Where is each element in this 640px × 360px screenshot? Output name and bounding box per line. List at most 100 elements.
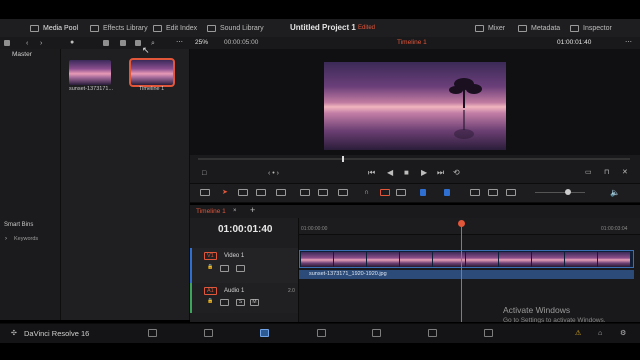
list-view-icon[interactable] (135, 40, 141, 46)
fairlight-page-icon[interactable] (428, 329, 437, 337)
panel-toggle-icon[interactable] (4, 40, 10, 46)
more-options-icon[interactable]: ⋯ (176, 39, 183, 46)
audio-auto-select-icon[interactable] (220, 299, 229, 306)
audio-track-name[interactable]: Audio 1 (224, 288, 244, 294)
scrubber-handle[interactable] (342, 156, 344, 162)
mark-out-icon[interactable]: ✕ (622, 169, 628, 176)
master-bin[interactable]: Master (12, 51, 32, 58)
edit-page-icon[interactable] (260, 329, 269, 337)
stop-icon[interactable]: ■ (404, 169, 409, 177)
zoom-full-icon[interactable] (470, 189, 480, 196)
mute-button[interactable]: M (250, 299, 259, 306)
snapping-icon[interactable]: ∩ (364, 189, 369, 196)
cut-page-icon[interactable] (204, 329, 213, 337)
play-icon[interactable]: ▶ (421, 169, 427, 177)
metadata-button[interactable]: Metadata (518, 19, 560, 37)
trim-tool-icon[interactable] (238, 189, 248, 196)
track-visibility-icon[interactable] (236, 265, 245, 272)
forward-arrow-icon[interactable]: › (40, 40, 42, 47)
timeline-name[interactable]: Timeline 1 (397, 37, 427, 49)
activate-windows-title: Activate Windows (503, 305, 571, 315)
zoom-slider[interactable] (535, 192, 585, 193)
zoom-detail-icon[interactable] (488, 189, 498, 196)
timeline-tracks[interactable]: 01:00:00:00 01:00:03:04 sunset-1373171_1… (299, 218, 640, 322)
media-pool-button[interactable]: Media Pool (30, 19, 78, 37)
clip-frame (367, 252, 399, 267)
flag-icon[interactable] (420, 189, 426, 196)
audio-icon[interactable]: 🔈 (610, 189, 620, 197)
selection-tool-icon[interactable]: ➤ (222, 189, 228, 196)
replace-clip-icon[interactable] (338, 189, 348, 196)
solo-button[interactable]: S (236, 299, 245, 306)
zoom-custom-icon[interactable] (506, 189, 516, 196)
add-tab-icon[interactable]: + (250, 206, 255, 215)
scrubber-bar[interactable] (198, 158, 630, 160)
insert-clip-icon[interactable] (300, 189, 310, 196)
media-page-icon[interactable] (148, 329, 157, 337)
clip-thumbnail[interactable] (69, 60, 111, 85)
play-reverse-icon[interactable]: ◀ (387, 169, 393, 177)
chevron-right-icon[interactable]: › (5, 236, 7, 243)
color-page-icon[interactable] (372, 329, 381, 337)
viewer-options-icon[interactable]: ⋯ (625, 39, 632, 46)
match-frame-icon[interactable]: ▭ (585, 169, 592, 176)
jog-icon[interactable]: ‹ • › (268, 170, 279, 177)
bin-dot-icon[interactable]: ● (70, 39, 74, 46)
loop-icon[interactable]: ⟲ (453, 169, 460, 177)
overwrite-clip-icon[interactable] (318, 189, 328, 196)
timeline-ruler[interactable]: 01:00:00:00 01:00:03:04 (299, 218, 640, 235)
inspector-button[interactable]: Inspector (570, 19, 612, 37)
a1-badge[interactable]: A1 (204, 287, 217, 295)
effects-library-label: Effects Library (103, 24, 148, 32)
app-name: DaVinci Resolve 16 (24, 329, 90, 338)
playhead-handle[interactable] (458, 220, 465, 227)
fusion-page-icon[interactable] (317, 329, 326, 337)
back-arrow-icon[interactable]: ‹ (26, 40, 28, 47)
tree-silhouette-icon (449, 78, 482, 139)
search-icon[interactable]: ⌕ (151, 40, 155, 47)
mark-in-icon[interactable]: ⊓ (604, 169, 609, 176)
v1-badge[interactable]: V1 (204, 252, 217, 260)
blade-tool-icon[interactable] (276, 189, 286, 196)
mixer-button[interactable]: Mixer (475, 19, 505, 37)
video-preview (324, 62, 506, 150)
grid-view-icon[interactable] (120, 40, 126, 46)
marker-icon[interactable] (444, 189, 450, 196)
warning-icon[interactable]: ⚠ (575, 330, 581, 337)
audio-lock-icon[interactable]: 🔒 (206, 299, 215, 306)
ruler-end-timecode: 01:00:03:04 (601, 226, 628, 232)
effects-library-button[interactable]: Effects Library (90, 19, 148, 37)
video-track-name[interactable]: Video 1 (224, 253, 244, 259)
zoom-level[interactable]: 25% (195, 37, 208, 49)
deliver-page-icon[interactable] (484, 329, 493, 337)
timeline-options-icon[interactable] (200, 189, 210, 196)
video-clip[interactable] (299, 250, 634, 268)
keywords-bin[interactable]: Keywords (14, 236, 38, 242)
home-icon[interactable]: ⌂ (598, 330, 602, 337)
tab-timeline-1[interactable]: Timeline 1 (196, 205, 226, 218)
metadata-label: Metadata (531, 24, 561, 32)
viewer-mode-icon[interactable]: □ (202, 170, 206, 177)
lock-icon[interactable]: 🔒 (206, 265, 215, 272)
audio-track-level: 2.0 (288, 288, 295, 294)
video-track-header[interactable]: V1 Video 1 🔒 (190, 248, 298, 283)
jump-to-end-icon[interactable]: ⏭ (437, 169, 444, 177)
audio-track-header[interactable]: A1 Audio 1 2.0 🔒 S M (190, 283, 298, 313)
sound-library-button[interactable]: Sound Library (207, 19, 264, 37)
playhead[interactable] (461, 222, 462, 322)
edit-index-button[interactable]: Edit Index (153, 19, 197, 37)
clip-frame (466, 252, 498, 267)
auto-select-icon[interactable] (220, 265, 229, 272)
davinci-logo-icon: ✣ (11, 330, 17, 337)
zoom-slider-handle[interactable] (565, 189, 571, 195)
close-tab-icon[interactable]: × (233, 208, 237, 215)
settings-icon[interactable]: ⚙ (620, 330, 626, 337)
linked-selection-icon[interactable] (380, 189, 390, 196)
top-toolbar: Media Pool Effects Library Edit Index So… (0, 19, 640, 38)
sort-icon[interactable] (103, 40, 109, 46)
video-clip-label[interactable]: sunset-1373171_1920-1920.jpg (299, 270, 634, 279)
jump-to-start-icon[interactable]: ⏮ (368, 169, 375, 177)
timeline-thumbnail[interactable] (129, 58, 175, 87)
dynamic-trim-icon[interactable] (256, 189, 266, 196)
position-lock-icon[interactable] (396, 189, 406, 196)
